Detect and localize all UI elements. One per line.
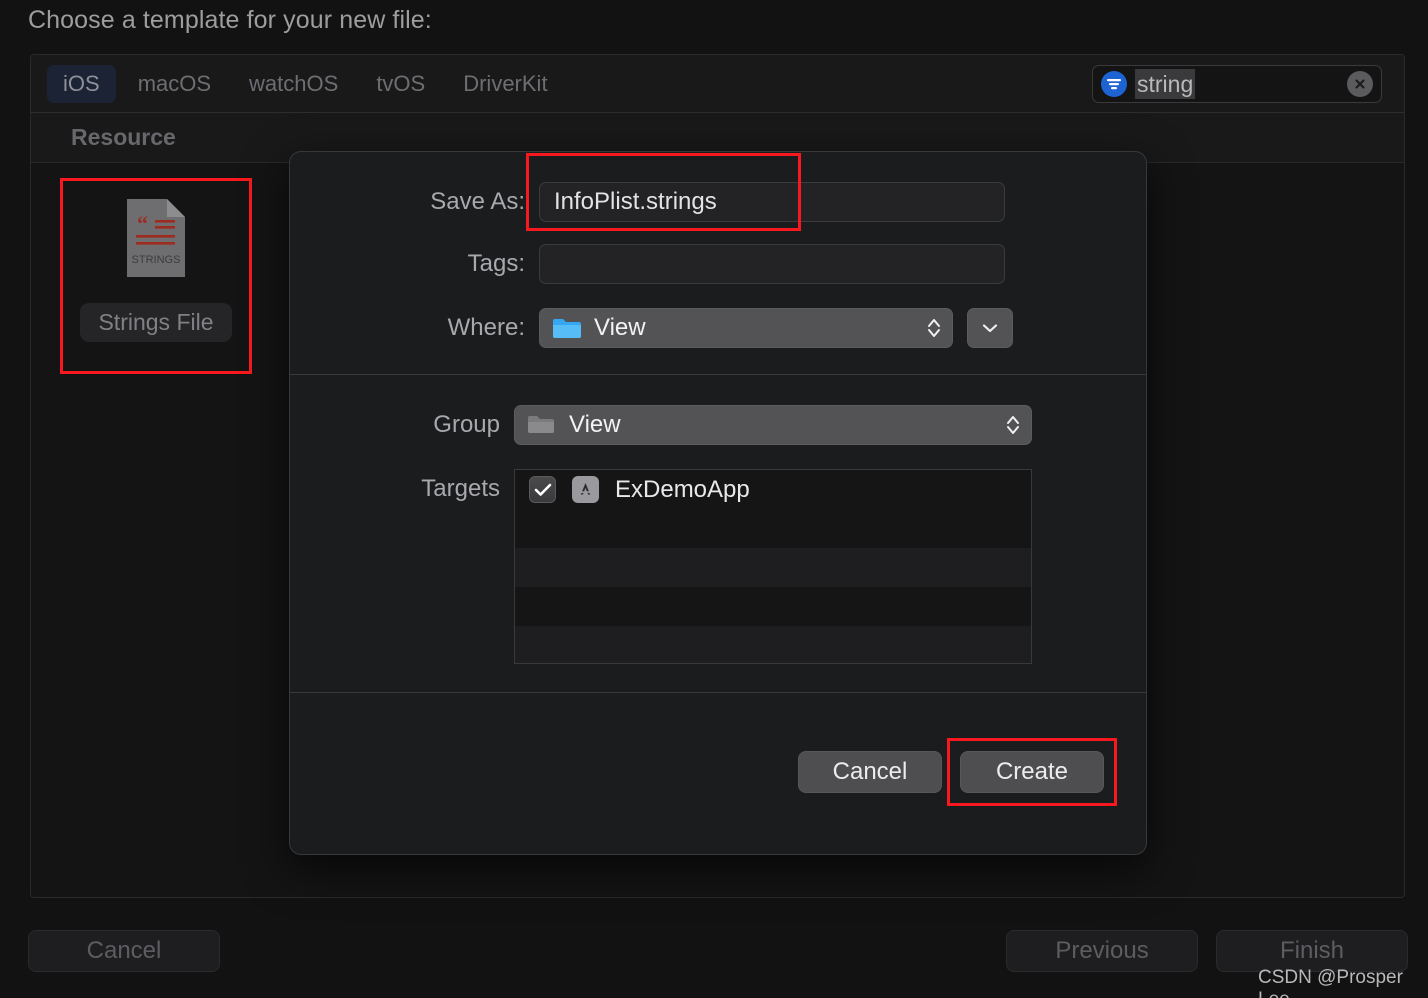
wizard-previous-button[interactable]: Previous [1006,930,1198,972]
strings-file-icon: STRINGS “ [125,197,187,279]
wizard-cancel-button[interactable]: Cancel [28,930,220,972]
save-as-label: Save As: [430,188,525,215]
save-file-dialog: Save As: InfoPlist.strings Tags: Where: … [289,151,1147,855]
platform-tabbar: iOS macOS watchOS tvOS DriverKit string [31,55,1404,113]
filter-icon [1101,70,1127,97]
tab-tvos[interactable]: tvOS [360,65,441,103]
search-field[interactable]: string [1092,64,1382,103]
app-icon [572,476,599,503]
clear-icon[interactable] [1347,70,1373,97]
chevron-updown-icon [1005,413,1021,437]
where-popup-button[interactable]: View [539,308,953,348]
tab-watchos[interactable]: watchOS [233,65,354,103]
wizard-finish-button[interactable]: Finish [1216,930,1408,972]
tab-macos[interactable]: macOS [122,65,227,103]
table-row-empty [515,548,1031,587]
wizard-bottom-bar: Cancel Previous Finish [0,930,1428,998]
template-item-label: Strings File [80,303,232,342]
svg-text:“: “ [137,211,148,236]
watermark: CSDN @Prosper Lee [1258,967,1403,998]
targets-list[interactable]: ExDemoApp [514,469,1032,664]
dialog-actions-section: Cancel Create [290,693,1146,806]
dialog-group-section: Group View Targets ExDemoApp [290,375,1146,692]
table-row-empty [515,626,1031,663]
checkmark-icon [534,483,551,496]
section-title: Resource [71,124,176,150]
where-value: View [594,314,646,341]
search-input-value[interactable]: string [1135,68,1196,99]
table-row-empty [515,509,1031,548]
target-name: ExDemoApp [615,475,750,503]
targets-label: Targets [421,475,500,502]
tab-driverkit[interactable]: DriverKit [447,65,563,103]
dialog-location-section: Save As: InfoPlist.strings Tags: Where: … [290,152,1146,374]
cancel-button[interactable]: Cancel [798,751,942,793]
group-popup-button[interactable]: View [514,405,1032,445]
page-title: Choose a template for your new file: [28,6,432,34]
create-button[interactable]: Create [960,751,1104,793]
where-label: Where: [447,314,525,341]
table-row-empty [515,587,1031,626]
target-checkbox[interactable] [529,476,556,503]
group-label: Group [433,411,500,438]
template-item-strings-file[interactable]: STRINGS “ Strings File [60,178,252,374]
table-row[interactable]: ExDemoApp [515,470,1031,509]
create-button-highlight: Create [947,738,1117,806]
chevron-updown-icon [926,316,942,340]
svg-text:STRINGS: STRINGS [132,254,181,266]
group-value: View [569,411,621,438]
tags-label: Tags: [467,250,525,277]
tags-input[interactable] [539,244,1005,284]
where-disclosure-button[interactable] [967,308,1013,348]
gray-folder-icon [527,414,557,437]
tab-ios[interactable]: iOS [47,64,116,103]
blue-folder-icon [552,317,582,340]
chevron-down-icon [982,324,998,333]
save-as-input[interactable]: InfoPlist.strings [539,182,1005,222]
